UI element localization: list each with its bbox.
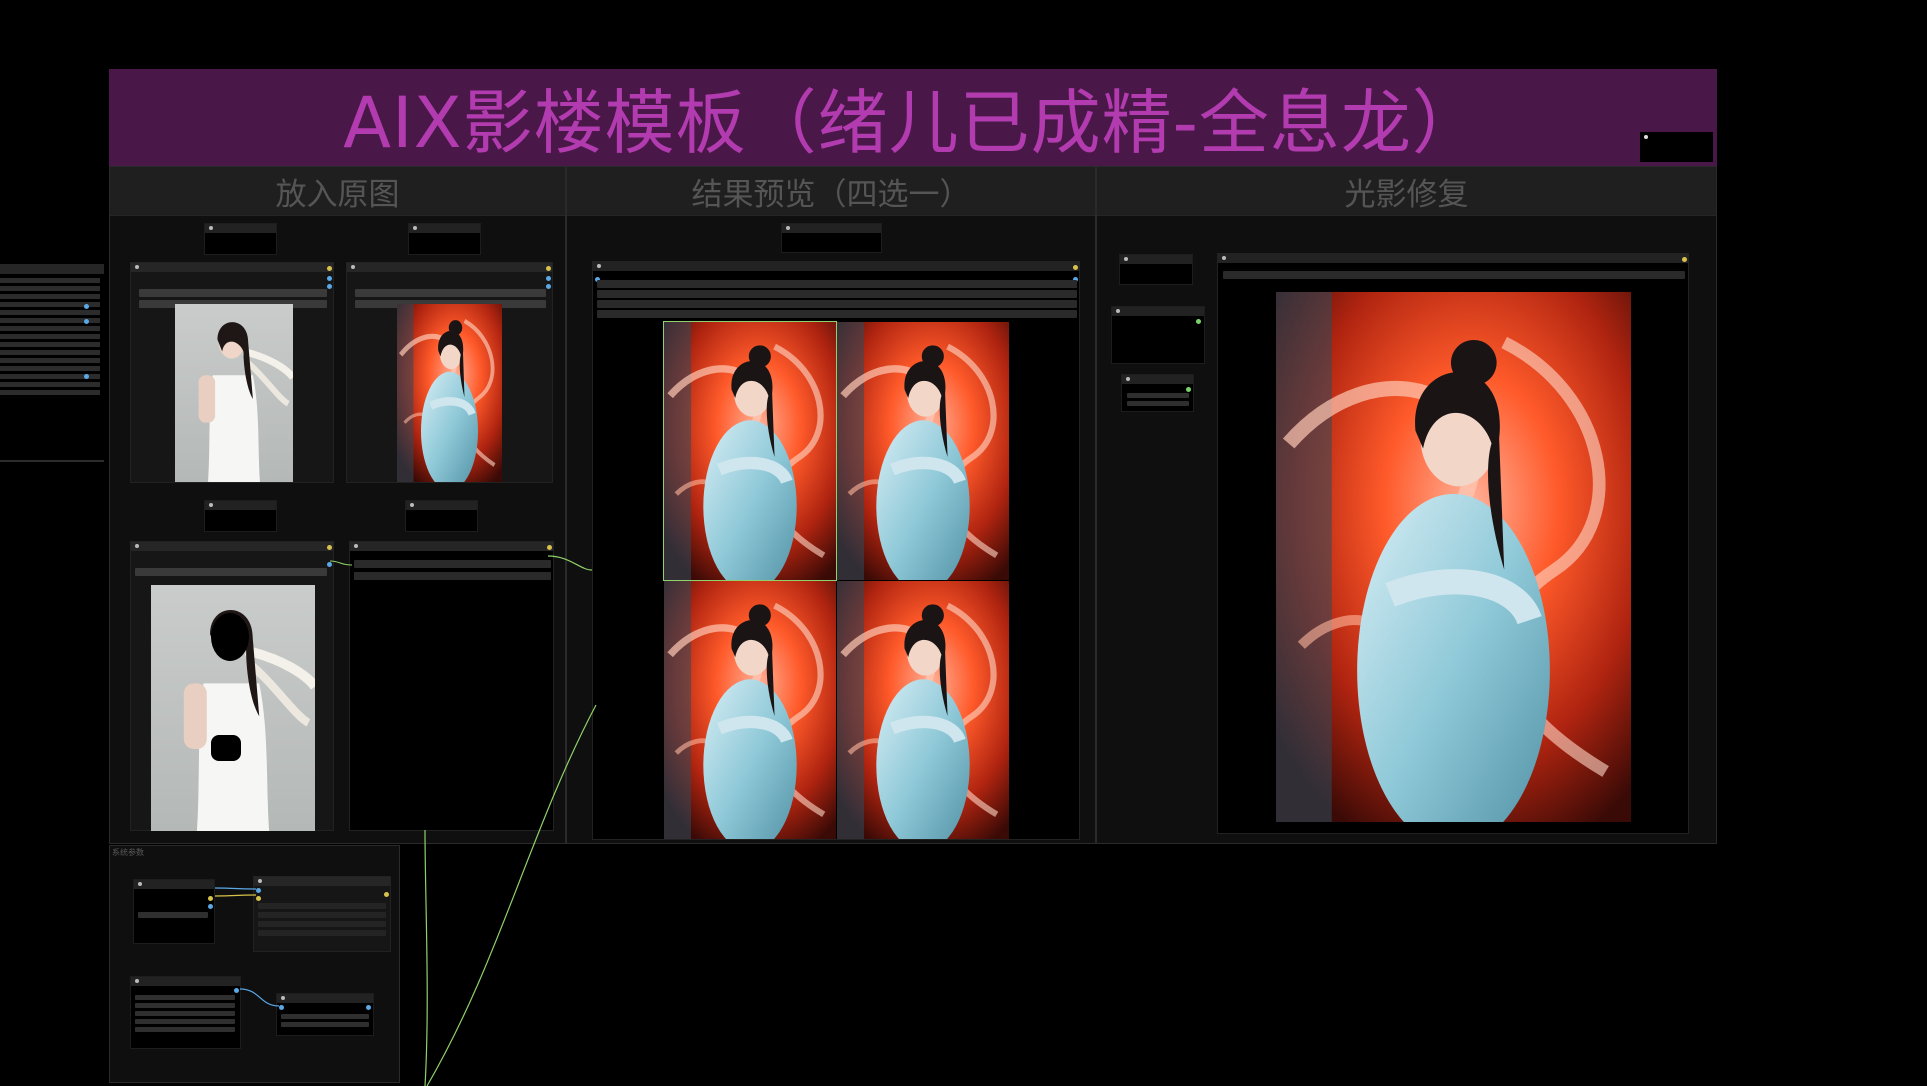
wire-yellow (214, 894, 257, 897)
wire-green (547, 555, 593, 571)
wire-blue (239, 988, 280, 1007)
wire-green (329, 560, 353, 566)
wire-green (426, 704, 597, 1086)
wire-blue (214, 887, 257, 890)
wire-green (424, 829, 428, 1086)
connection-wires (214, 555, 597, 1086)
